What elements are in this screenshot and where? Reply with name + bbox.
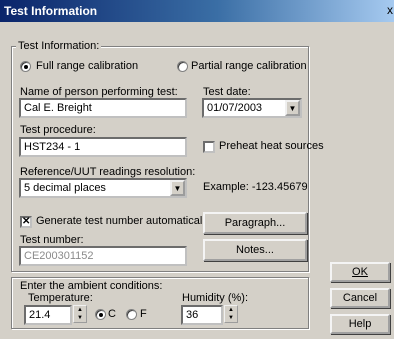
full-range-label[interactable]: Full range calibration	[36, 60, 138, 72]
temperature-spinner[interactable]: ▲ ▼	[73, 305, 87, 323]
temperature-input[interactable]: 21.4	[24, 305, 72, 325]
ambient-legend: Enter the ambient conditions:	[20, 280, 163, 292]
person-label: Name of person performing test:	[20, 86, 178, 98]
fahrenheit-label[interactable]: F	[140, 308, 147, 320]
window-title: Test Information	[4, 4, 98, 18]
person-input[interactable]: Cal E. Breight	[19, 98, 187, 118]
humidity-label: Humidity (%):	[182, 292, 249, 304]
cancel-button[interactable]: Cancel	[330, 288, 390, 308]
ok-label: OK	[352, 266, 368, 278]
humidity-input[interactable]: 36	[181, 305, 223, 325]
generate-label[interactable]: Generate test number automatically	[36, 215, 210, 227]
help-label: Help	[348, 318, 372, 330]
humidity-spinner[interactable]: ▲ ▼	[224, 305, 238, 323]
procedure-label: Test procedure:	[20, 124, 96, 136]
notes-button[interactable]: Notes...	[203, 239, 307, 261]
full-range-radio[interactable]	[20, 61, 31, 72]
chevron-down-icon[interactable]: ▼	[170, 180, 185, 196]
test-date-value: 01/07/2003	[207, 102, 263, 114]
partial-range-radio[interactable]	[177, 61, 188, 72]
cancel-label: Cancel	[342, 292, 378, 304]
fahrenheit-radio[interactable]	[126, 309, 137, 320]
resolution-combo[interactable]: 5 decimal places ▼	[19, 178, 187, 198]
up-arrow-icon[interactable]: ▲	[77, 307, 83, 313]
ok-button[interactable]: OK	[330, 262, 390, 282]
generate-checkbox[interactable]: ✕	[20, 216, 32, 228]
chevron-down-icon[interactable]: ▼	[285, 100, 300, 116]
procedure-input[interactable]: HST234 - 1	[19, 137, 187, 157]
temperature-label: Temperature:	[28, 292, 93, 304]
close-icon[interactable]: x	[387, 3, 393, 17]
resolution-value: 5 decimal places	[24, 182, 106, 194]
resolution-label: Reference/UUT readings resolution:	[20, 166, 196, 178]
preheat-label[interactable]: Preheat heat sources	[219, 140, 324, 152]
help-button[interactable]: Help	[330, 314, 390, 334]
preheat-checkbox[interactable]	[203, 141, 215, 153]
up-arrow-icon[interactable]: ▲	[228, 307, 234, 313]
down-arrow-icon[interactable]: ▼	[228, 315, 234, 321]
down-arrow-icon[interactable]: ▼	[77, 315, 83, 321]
test-number-input[interactable]: CE200301152	[19, 246, 187, 266]
celsius-radio[interactable]	[95, 309, 106, 320]
paragraph-button[interactable]: Paragraph...	[203, 212, 307, 234]
test-number-label: Test number:	[20, 234, 84, 246]
test-date-combo[interactable]: 01/07/2003 ▼	[202, 98, 302, 118]
celsius-label[interactable]: C	[108, 308, 116, 320]
partial-range-label[interactable]: Partial range calibration	[191, 60, 307, 72]
test-information-legend: Test Information:	[16, 40, 102, 52]
resolution-example: Example: -123.45679	[203, 181, 308, 193]
test-date-label: Test date:	[203, 86, 251, 98]
